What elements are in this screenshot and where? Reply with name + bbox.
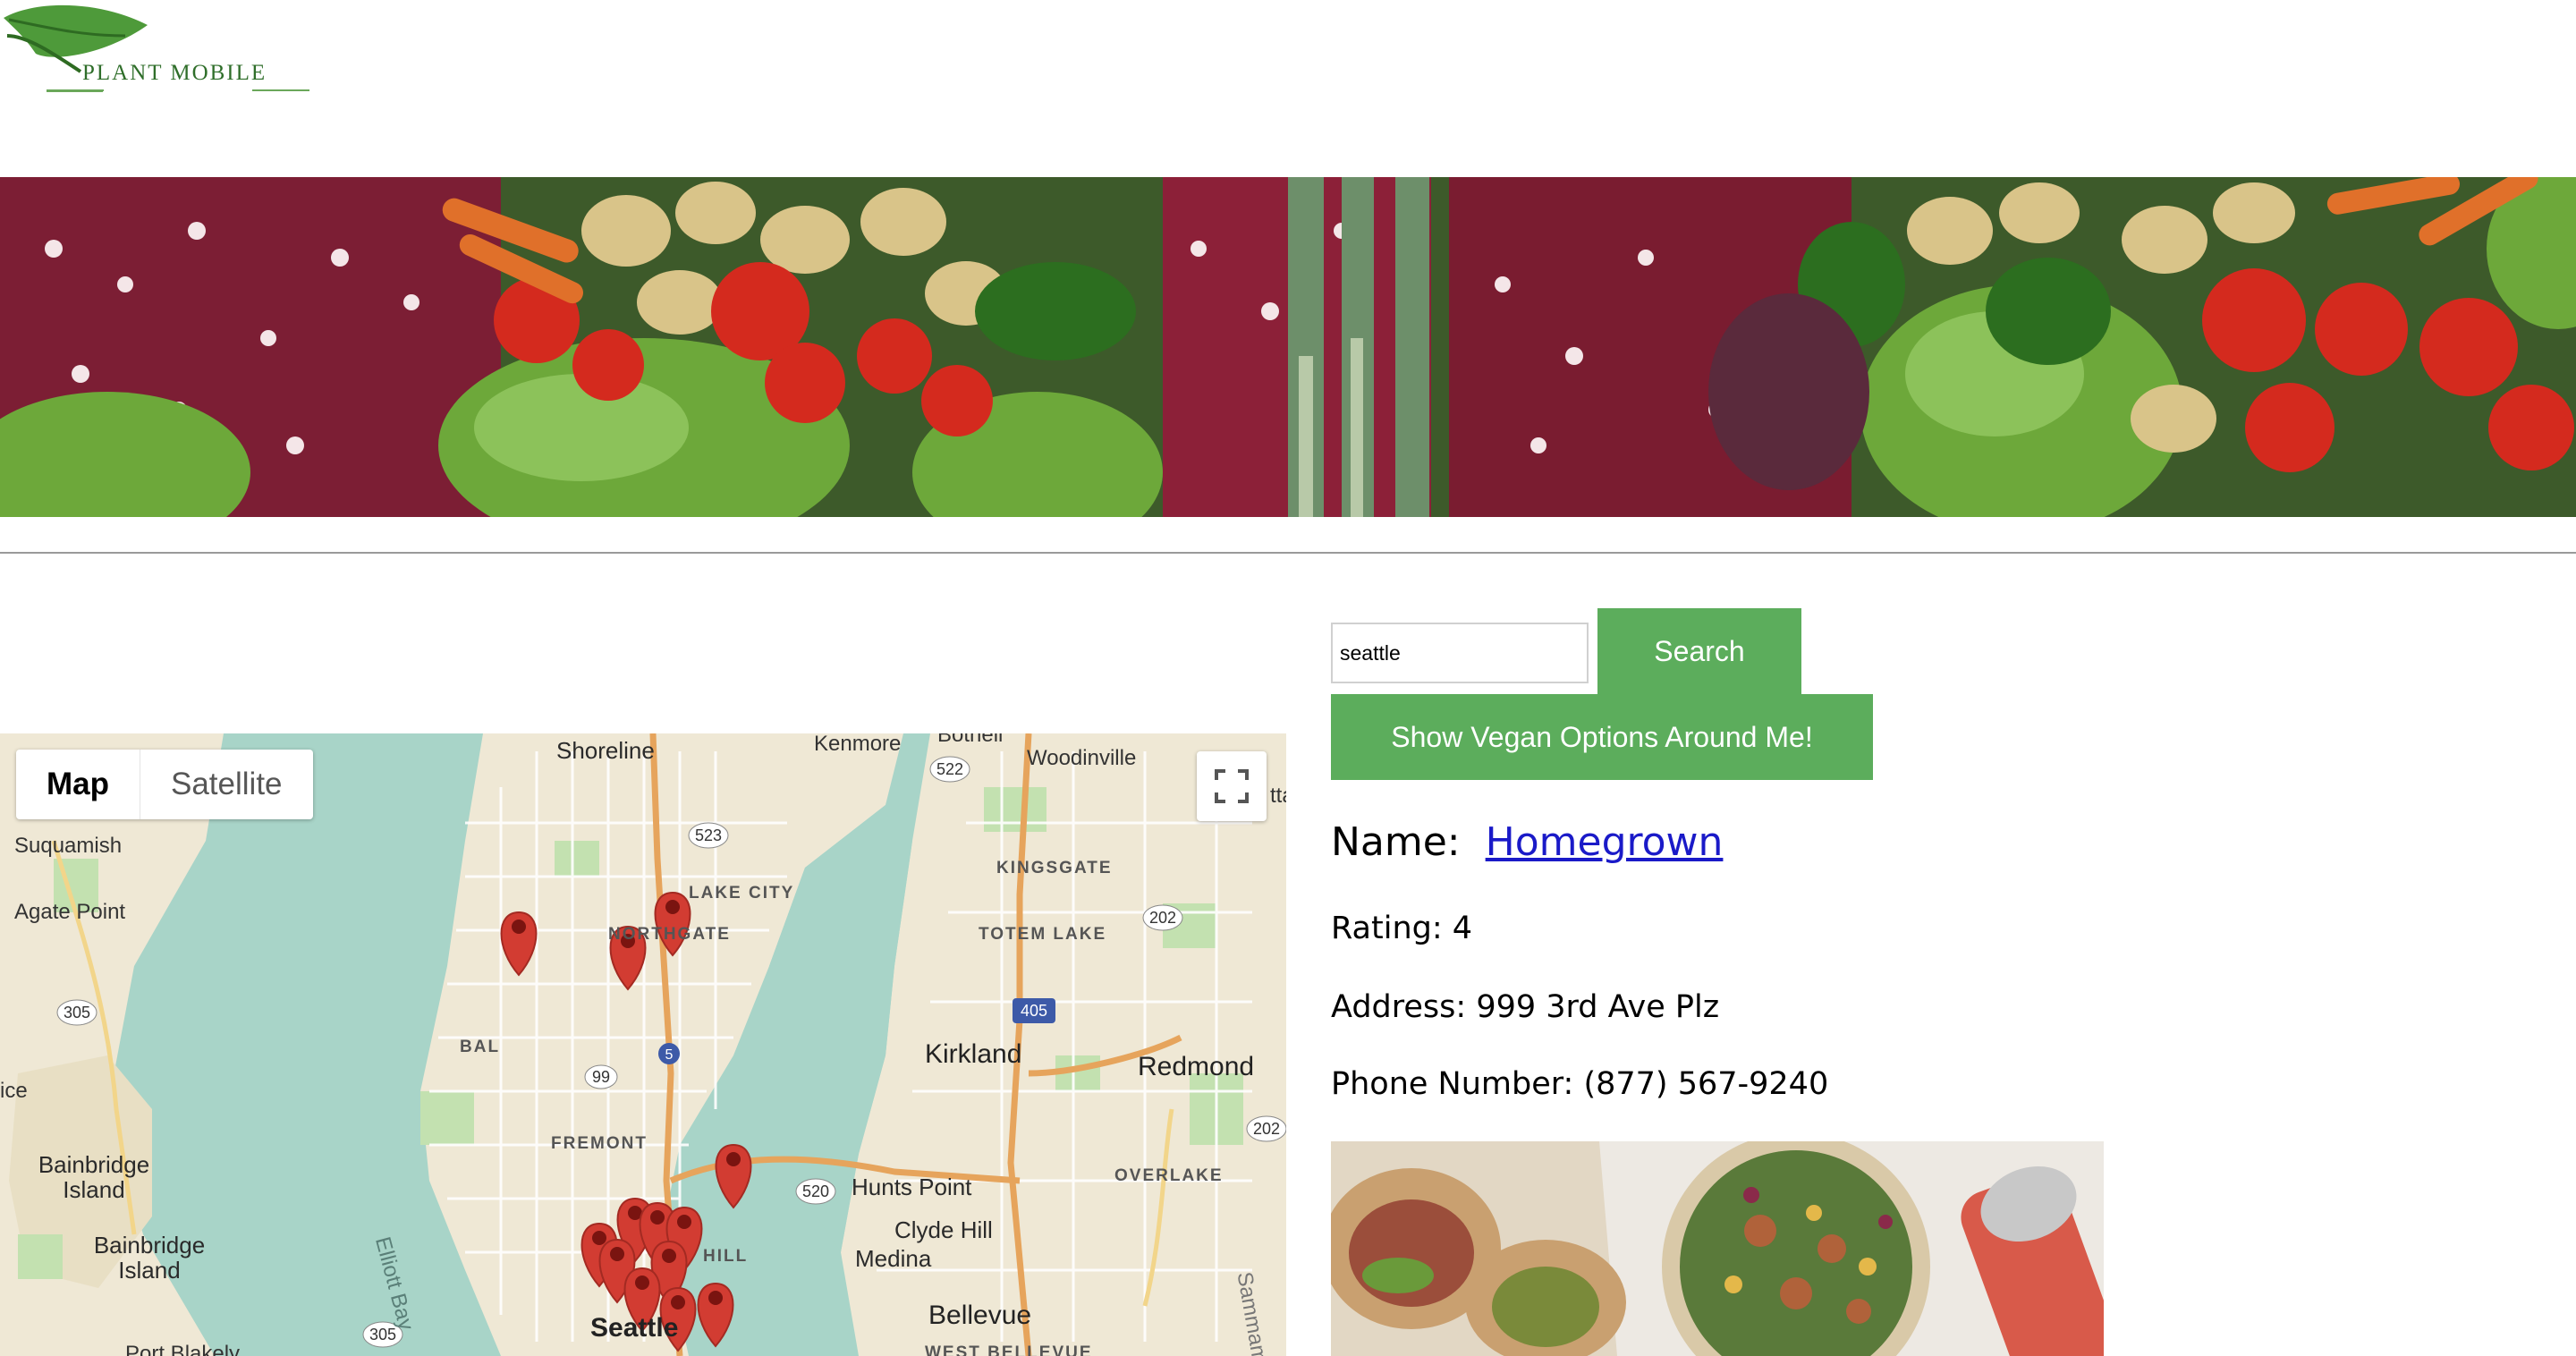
search-input[interactable] bbox=[1331, 623, 1589, 683]
map-view[interactable]: 522 523 202 305 405 99 520 202 305 5 Sho… bbox=[0, 733, 1286, 1356]
map-label-suquamish: Suquamish bbox=[14, 834, 123, 858]
svg-text:522: 522 bbox=[936, 760, 963, 778]
map-type-satellite-button[interactable]: Satellite bbox=[140, 750, 313, 819]
name-label: Name: bbox=[1331, 819, 1461, 865]
map-label-ballard: BAL bbox=[460, 1038, 501, 1056]
map-label-ice: ice bbox=[0, 1079, 28, 1103]
map-label-woodinville: Woodinville bbox=[1027, 746, 1137, 770]
map-label-redmond: Redmond bbox=[1138, 1052, 1255, 1081]
svg-text:202: 202 bbox=[1253, 1120, 1280, 1138]
svg-text:305: 305 bbox=[64, 1004, 90, 1021]
map-label-shoreline: Shoreline bbox=[556, 737, 655, 764]
restaurant-name-row: Name: Homegrown bbox=[1331, 819, 1723, 865]
svg-text:523: 523 bbox=[695, 826, 722, 844]
svg-text:520: 520 bbox=[802, 1182, 829, 1200]
rating-label: Rating: bbox=[1331, 911, 1443, 946]
map-label-bellevue: Bellevue bbox=[928, 1301, 1032, 1330]
restaurant-rating-row: Rating: 4 bbox=[1331, 911, 1472, 946]
fullscreen-button[interactable] bbox=[1197, 751, 1267, 821]
map-type-map-button[interactable]: Map bbox=[16, 750, 140, 819]
map-label-capitol-hill: HILL bbox=[703, 1247, 749, 1266]
map-label-clyde-hill: Clyde Hill bbox=[894, 1216, 993, 1243]
section-divider bbox=[0, 552, 2576, 554]
map-label-kenmore: Kenmore bbox=[814, 733, 902, 756]
map-label-hunts-point: Hunts Point bbox=[852, 1174, 972, 1200]
address-label: Address: bbox=[1331, 989, 1467, 1025]
map-label-bainbridge-island-south: Bainbridge Island bbox=[93, 1232, 206, 1284]
map-type-control: Map Satellite bbox=[16, 750, 313, 819]
show-vegan-options-button[interactable]: Show Vegan Options Around Me! bbox=[1331, 694, 1873, 780]
restaurant-food-image bbox=[1331, 1141, 2104, 1356]
search-button[interactable]: Search bbox=[1597, 608, 1801, 694]
address-value: 999 3rd Ave Plz bbox=[1476, 989, 1720, 1025]
map-label-tta: tta bbox=[1270, 784, 1286, 808]
map-label-west-bellevue: WEST BELLEVUE bbox=[925, 1343, 1093, 1356]
brand-logo[interactable]: PLANT MOBILE bbox=[0, 0, 376, 107]
map-label-totem-lake: TOTEM LAKE bbox=[979, 925, 1107, 944]
map-label-bainbridge-island: Bainbridge Island bbox=[38, 1151, 150, 1203]
logo-underline bbox=[252, 89, 309, 91]
map-label-kirkland: Kirkland bbox=[925, 1039, 1022, 1069]
svg-text:5: 5 bbox=[665, 1047, 674, 1063]
map-label-port-blakely: Port Blakely bbox=[125, 1342, 241, 1356]
fullscreen-icon bbox=[1215, 769, 1249, 803]
brand-name: PLANT MOBILE bbox=[82, 61, 267, 85]
svg-text:99: 99 bbox=[592, 1068, 610, 1086]
map-label-agate-point: Agate Point bbox=[14, 900, 126, 924]
map-label-overlake: OVERLAKE bbox=[1114, 1166, 1224, 1185]
phone-value: (877) 567-9240 bbox=[1583, 1066, 1829, 1102]
restaurant-phone-row: Phone Number: (877) 567-9240 bbox=[1331, 1066, 1828, 1102]
svg-text:405: 405 bbox=[1021, 1002, 1047, 1020]
rating-value: 4 bbox=[1452, 911, 1473, 946]
svg-text:202: 202 bbox=[1149, 909, 1176, 927]
vegetables-banner-image bbox=[0, 177, 2576, 517]
restaurant-name-link[interactable]: Homegrown bbox=[1486, 819, 1724, 865]
logo-underline bbox=[47, 89, 104, 91]
map-label-fremont: FREMONT bbox=[551, 1134, 648, 1153]
map-label-seattle: Seattle bbox=[590, 1313, 679, 1343]
map-label-lake-city: LAKE CITY bbox=[689, 884, 795, 903]
map-label-bothell: Bothell bbox=[937, 733, 1004, 747]
map-label-northgate: NORTHGATE bbox=[608, 925, 731, 944]
restaurant-address-row: Address: 999 3rd Ave Plz bbox=[1331, 989, 1719, 1025]
map-label-kingsgate: KINGSGATE bbox=[996, 859, 1113, 877]
phone-label: Phone Number: bbox=[1331, 1066, 1574, 1102]
map-label-medina: Medina bbox=[855, 1245, 932, 1272]
